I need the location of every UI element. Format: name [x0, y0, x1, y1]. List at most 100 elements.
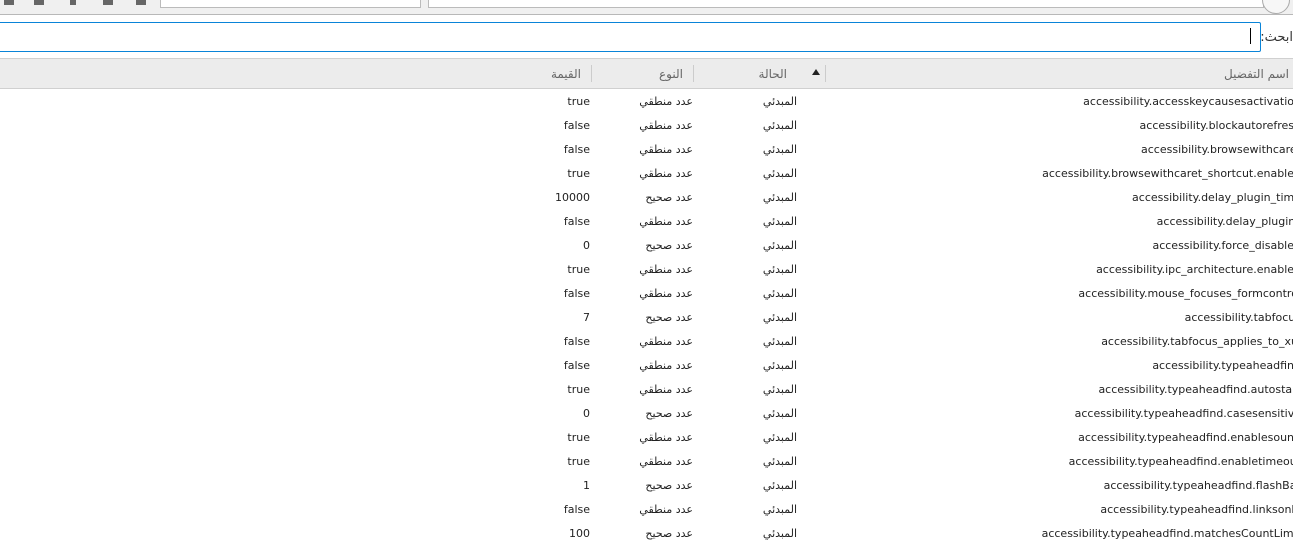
pref-name: accessibility.tabfocus_applies_to_xul [1101, 335, 1293, 348]
column-divider[interactable] [693, 65, 694, 82]
pref-value: 10000 [555, 191, 590, 204]
pref-name: accessibility.browsewithcaret_shortcut.e… [1042, 167, 1293, 180]
table-row[interactable]: accessibility.ipc_architecture.enabled ال… [0, 257, 1293, 281]
pref-name: accessibility.delay_plugins [1156, 215, 1293, 228]
pref-status: المبدئي [762, 407, 797, 420]
pref-value: false [563, 287, 590, 300]
pref-name: accessibility.typeaheadfind.enablesound [1078, 431, 1293, 444]
pref-status: المبدئي [762, 263, 797, 276]
pref-value: true [567, 455, 590, 468]
pref-status: المبدئي [762, 95, 797, 108]
column-header-status[interactable]: الحالة [759, 67, 787, 81]
pref-status: المبدئي [762, 335, 797, 348]
column-divider[interactable] [825, 65, 826, 82]
pref-status: المبدئي [762, 455, 797, 468]
pref-value: false [563, 359, 590, 372]
pref-value: false [563, 335, 590, 348]
search-input[interactable] [0, 22, 1261, 52]
pref-name: accessibility.typeaheadfind.enabletimeou… [1068, 455, 1293, 468]
pref-type: عدد منطقي [639, 359, 693, 372]
table-row[interactable]: accessibility.typeaheadfind.casesensitiv… [0, 401, 1293, 425]
table-row[interactable]: accessibility.typeaheadfind المبدئي عدد من… [0, 353, 1293, 377]
pref-name: accessibility.typeaheadfind.flashBar [1103, 479, 1293, 492]
pref-status: المبدئي [762, 167, 797, 180]
table-row[interactable]: accessibility.blockautorefresh المبدئي عدد… [0, 113, 1293, 137]
pref-name: accessibility.typeaheadfind.matchesCount… [1041, 527, 1293, 540]
column-header-type[interactable]: النوع [659, 67, 683, 81]
table-row[interactable]: accessibility.delay_plugin_time المبدئي عد… [0, 185, 1293, 209]
pref-type: عدد صحيح [645, 407, 693, 420]
table-row[interactable]: accessibility.typeaheadfind.enabletimeou… [0, 449, 1293, 473]
column-header-value[interactable]: القيمة [551, 67, 581, 81]
pref-status: المبدئي [762, 311, 797, 324]
table-row[interactable]: accessibility.accesskeycausesactivation ا… [0, 89, 1293, 113]
pref-value: true [567, 431, 590, 444]
column-divider[interactable] [591, 65, 592, 82]
pref-value: 7 [583, 311, 590, 324]
pref-value: true [567, 95, 590, 108]
table-row[interactable]: accessibility.typeaheadfind.flashBar المب… [0, 473, 1293, 497]
table-header: اسم التفضيل الحالة النوع القيمة [0, 58, 1293, 89]
browser-toolbar [0, 0, 1293, 15]
pref-name: accessibility.typeaheadfind.autostart [1098, 383, 1293, 396]
pref-value: false [563, 503, 590, 516]
pref-type: عدد منطقي [639, 287, 693, 300]
bookmark-star-icon[interactable] [136, 0, 146, 5]
pref-name: accessibility.accesskeycausesactivation [1083, 95, 1293, 108]
pref-status: المبدئي [762, 287, 797, 300]
table-row[interactable]: accessibility.browsewithcaret المبدئي عدد … [0, 137, 1293, 161]
pref-value: true [567, 263, 590, 276]
pref-name: accessibility.tabfocus [1184, 311, 1293, 324]
pref-type: عدد منطقي [639, 263, 693, 276]
pref-status: المبدئي [762, 119, 797, 132]
preferences-list: accessibility.accesskeycausesactivation ا… [0, 89, 1293, 545]
pref-type: عدد منطقي [639, 215, 693, 228]
pref-status: المبدئي [762, 503, 797, 516]
pref-type: عدد منطقي [639, 383, 693, 396]
library-icon[interactable] [34, 0, 44, 5]
pref-status: المبدئي [762, 431, 797, 444]
browser-search-box[interactable] [160, 0, 421, 8]
pref-name: accessibility.typeaheadfind.linksonly [1100, 503, 1293, 516]
pref-name: accessibility.browsewithcaret [1141, 143, 1293, 156]
pref-value: 1 [583, 479, 590, 492]
back-button[interactable] [1262, 0, 1290, 14]
pref-value: false [563, 119, 590, 132]
toolbar-icon[interactable] [4, 0, 14, 5]
pref-value: true [567, 383, 590, 396]
pref-value: false [563, 215, 590, 228]
table-row[interactable]: accessibility.force_disabled المبدئي عدد ص… [0, 233, 1293, 257]
table-row[interactable]: accessibility.tabfocus_applies_to_xul الم… [0, 329, 1293, 353]
pref-status: المبدئي [762, 383, 797, 396]
pref-status: المبدئي [762, 239, 797, 252]
pref-type: عدد صحيح [645, 239, 693, 252]
table-row[interactable]: accessibility.delay_plugins المبدئي عدد من… [0, 209, 1293, 233]
pref-status: المبدئي [762, 527, 797, 540]
pref-type: عدد منطقي [639, 455, 693, 468]
table-row[interactable]: accessibility.typeaheadfind.matchesCount… [0, 521, 1293, 545]
search-row: ابحث: [0, 22, 1293, 52]
sort-ascending-icon [812, 69, 820, 75]
home-icon[interactable] [103, 0, 113, 5]
table-row[interactable]: accessibility.typeaheadfind.linksonly الم… [0, 497, 1293, 521]
pref-name: accessibility.typeaheadfind.casesensitiv… [1074, 407, 1293, 420]
column-header-name[interactable]: اسم التفضيل [1224, 67, 1289, 81]
table-row[interactable]: accessibility.typeaheadfind.enablesound ا… [0, 425, 1293, 449]
table-row[interactable]: accessibility.browsewithcaret_shortcut.e… [0, 161, 1293, 185]
pref-type: عدد منطقي [639, 95, 693, 108]
pref-type: عدد صحيح [645, 479, 693, 492]
pref-status: المبدئي [762, 215, 797, 228]
pref-type: عدد منطقي [639, 167, 693, 180]
table-row[interactable]: accessibility.mouse_focuses_formcontrol ا… [0, 281, 1293, 305]
download-icon[interactable] [70, 0, 76, 5]
pref-value: false [563, 143, 590, 156]
table-row[interactable]: accessibility.typeaheadfind.autostart الم… [0, 377, 1293, 401]
pref-type: عدد صحيح [645, 311, 693, 324]
table-row[interactable]: accessibility.tabfocus المبدئي عدد صحيح 7 [0, 305, 1293, 329]
pref-value: 0 [583, 239, 590, 252]
pref-type: عدد صحيح [645, 527, 693, 540]
url-bar[interactable] [428, 0, 1264, 8]
pref-type: عدد منطقي [639, 119, 693, 132]
pref-status: المبدئي [762, 191, 797, 204]
pref-type: عدد منطقي [639, 431, 693, 444]
